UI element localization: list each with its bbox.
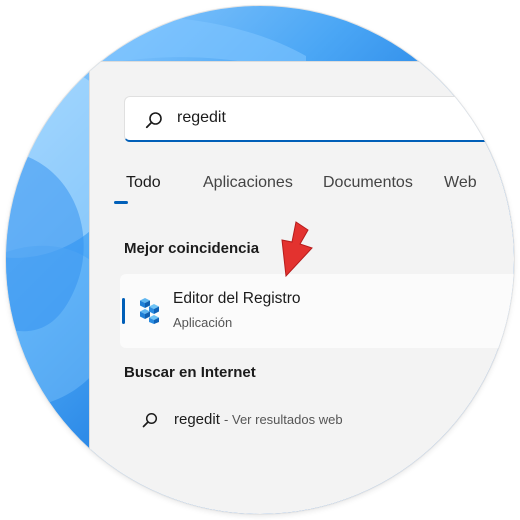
best-match-heading: Mejor coincidencia bbox=[124, 240, 260, 257]
search-icon bbox=[145, 112, 162, 129]
search-panel: regedit Todo Aplicaciones Documentos Web… bbox=[90, 62, 514, 514]
search-query-text[interactable]: regedit bbox=[177, 109, 226, 127]
circular-crop: regedit Todo Aplicaciones Documentos Web… bbox=[6, 6, 514, 514]
filter-tabs: Todo Aplicaciones Documentos Web bbox=[126, 174, 514, 204]
web-search-query: regedit bbox=[174, 411, 220, 428]
tab-aplicaciones[interactable]: Aplicaciones bbox=[203, 174, 293, 192]
web-search-result[interactable]: regedit - Ver resultados web bbox=[142, 410, 514, 432]
red-arrow-icon bbox=[281, 221, 313, 278]
search-icon bbox=[142, 412, 158, 428]
best-match-title: Editor del Registro bbox=[173, 290, 301, 307]
best-match-result[interactable]: Editor del Registro Aplicación bbox=[120, 274, 514, 348]
web-search-hint: - Ver resultados web bbox=[224, 412, 343, 427]
tab-documentos[interactable]: Documentos bbox=[323, 174, 413, 192]
active-tab-indicator bbox=[114, 201, 128, 204]
best-match-subtitle: Aplicación bbox=[173, 315, 233, 330]
search-input[interactable]: regedit bbox=[124, 96, 504, 142]
tab-todo[interactable]: Todo bbox=[126, 174, 161, 192]
registry-editor-icon bbox=[140, 298, 159, 324]
selection-indicator bbox=[122, 298, 125, 324]
screenshot-stage: regedit Todo Aplicaciones Documentos Web… bbox=[0, 0, 520, 520]
tab-web[interactable]: Web bbox=[444, 174, 477, 192]
web-search-label: regedit - Ver resultados web bbox=[174, 411, 343, 428]
web-search-heading: Buscar en Internet bbox=[124, 364, 256, 381]
